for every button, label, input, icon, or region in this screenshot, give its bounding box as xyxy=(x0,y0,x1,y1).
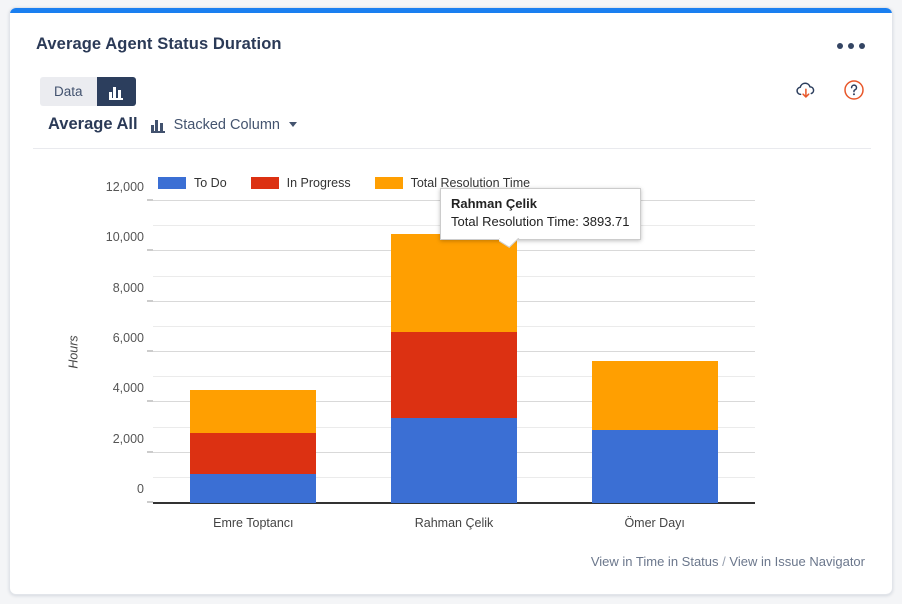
bar-chart-icon xyxy=(108,86,124,100)
chart-type-label: Stacked Column xyxy=(173,116,280,133)
link-view-in-issue-navigator[interactable]: View in Issue Navigator xyxy=(729,554,865,569)
chevron-down-icon xyxy=(288,122,297,127)
y-axis-tickmark xyxy=(147,300,153,302)
bar-segment[interactable] xyxy=(190,433,317,474)
legend-swatch xyxy=(250,177,279,189)
more-dot xyxy=(859,43,865,49)
gadget-card: Average Agent Status Duration Data Avera… xyxy=(9,7,893,595)
bar-segment[interactable] xyxy=(591,361,718,431)
bar-segment[interactable] xyxy=(190,473,317,503)
plot-area: Hours 0 2,000 4,000 6,000 8,000 10,000 12,000 E… xyxy=(67,180,755,530)
tooltip-title: Rahman Çelik xyxy=(451,196,537,211)
more-actions-button[interactable] xyxy=(837,36,865,56)
view-tab-group: Data xyxy=(40,77,136,106)
bar-segment[interactable] xyxy=(190,389,317,434)
legend-item[interactable]: To Do xyxy=(158,176,227,190)
chart-area: To Do In Progress Total Resolution Time Ho… xyxy=(10,158,892,558)
y-axis-tick-label: 2,000 xyxy=(112,431,144,446)
link-view-in-time-in-status[interactable]: View in Time in Status xyxy=(591,554,719,569)
y-axis-tick-label: 12,000 xyxy=(105,180,144,194)
bar-group[interactable]: Ömer Dayı xyxy=(591,201,718,530)
legend-swatch xyxy=(158,177,186,189)
page-title: Average Agent Status Duration xyxy=(36,35,282,53)
tab-chart[interactable] xyxy=(96,77,136,106)
y-axis-tick-label: 8,000 xyxy=(112,280,144,295)
y-axis-tick-label: 10,000 xyxy=(105,230,144,245)
more-dot xyxy=(837,43,843,49)
legend-label: In Progress xyxy=(286,176,351,190)
bar-chart-icon xyxy=(150,119,166,133)
x-axis-tick-label: Emre Toptancı xyxy=(213,516,294,530)
accent-bar xyxy=(10,8,892,13)
footer-separator: / xyxy=(722,554,726,569)
x-axis-tick-label: Ömer Dayı xyxy=(624,516,685,530)
bar-segment[interactable] xyxy=(591,430,718,503)
y-axis-tickmark xyxy=(147,400,153,402)
header-divider xyxy=(33,148,871,149)
chart-type-selector[interactable]: Stacked Column xyxy=(150,116,297,133)
bar-group[interactable]: Emre Toptancı xyxy=(190,201,317,530)
bar-segment[interactable] xyxy=(391,418,517,503)
tooltip-value: Total Resolution Time: 3893.71 xyxy=(451,213,630,229)
tab-data-label: Data xyxy=(54,84,83,99)
tab-data[interactable]: Data xyxy=(40,77,97,106)
x-axis-tick-label: Rahman Çelik xyxy=(414,516,494,530)
y-axis-tick-label: 0 xyxy=(137,482,144,496)
chart-tooltip: Rahman Çelik Total Resolution Time: 3893… xyxy=(440,188,641,240)
bar-segment[interactable] xyxy=(391,332,517,419)
tooltip-tail xyxy=(499,238,521,249)
y-axis-tickmark xyxy=(147,249,153,251)
y-axis-tickmark xyxy=(147,501,153,503)
y-axis-tickmark xyxy=(147,350,153,352)
help-circle-icon[interactable] xyxy=(842,78,866,102)
y-axis-tickmark xyxy=(147,451,153,453)
y-axis-label: Hours xyxy=(66,335,81,369)
y-axis-tick-label: 6,000 xyxy=(112,331,144,345)
aggregation-label: Average All xyxy=(48,115,138,133)
legend-swatch xyxy=(374,177,403,189)
y-axis-tick-label: 4,000 xyxy=(112,381,144,396)
more-dot xyxy=(848,43,854,49)
legend-label: To Do xyxy=(194,176,227,190)
footer-links: View in Time in Status / View in Issue N… xyxy=(591,554,865,569)
y-axis-tickmark xyxy=(147,199,153,201)
cloud-download-icon[interactable] xyxy=(794,78,818,102)
gadget-action-icons xyxy=(794,78,866,102)
legend-item[interactable]: In Progress xyxy=(250,176,351,190)
chart-controls: Average All Stacked Column xyxy=(48,115,297,134)
